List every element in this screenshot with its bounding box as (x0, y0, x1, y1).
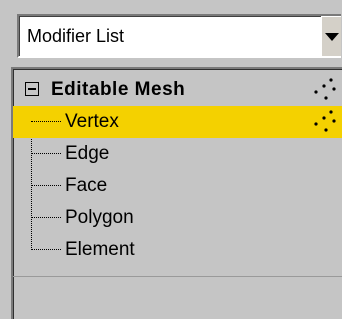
chevron-down-icon (325, 33, 339, 41)
stack-divider (13, 276, 342, 277)
tree-branch-line (31, 249, 61, 250)
stack-item-vertex[interactable]: Vertex (13, 106, 342, 138)
stack-item-edge[interactable]: Edge (13, 138, 342, 170)
stack-item-label: Polygon (65, 207, 134, 228)
stack-item-label: Vertex (65, 111, 119, 132)
tree-branch-line (31, 185, 61, 186)
modifier-stack-panel: Editable Mesh Vertex Edge Face Polygon E… (11, 67, 342, 319)
stack-item-polygon[interactable]: Polygon (13, 202, 342, 234)
tree-branch-line (31, 217, 61, 218)
stack-item-label: Edge (65, 143, 110, 164)
stack-item-element[interactable]: Element (13, 234, 342, 266)
tree-branch-line (31, 153, 61, 154)
modifier-list-dropdown[interactable]: Modifier List (17, 14, 341, 58)
collapse-toggle-icon[interactable] (25, 82, 39, 96)
subobject-dots-icon (314, 110, 336, 132)
modifier-list-value: Modifier List (27, 26, 125, 46)
stack-item-label: Editable Mesh (51, 79, 186, 100)
stack-item-label: Face (65, 175, 108, 196)
stack-item-editable-mesh[interactable]: Editable Mesh (13, 74, 342, 106)
subobject-dots-icon (314, 78, 336, 100)
tree-branch-line (31, 121, 61, 122)
stack-item-face[interactable]: Face (13, 170, 342, 202)
stack-item-label: Element (65, 239, 135, 260)
modifier-list-dropdown-button[interactable] (321, 16, 341, 56)
